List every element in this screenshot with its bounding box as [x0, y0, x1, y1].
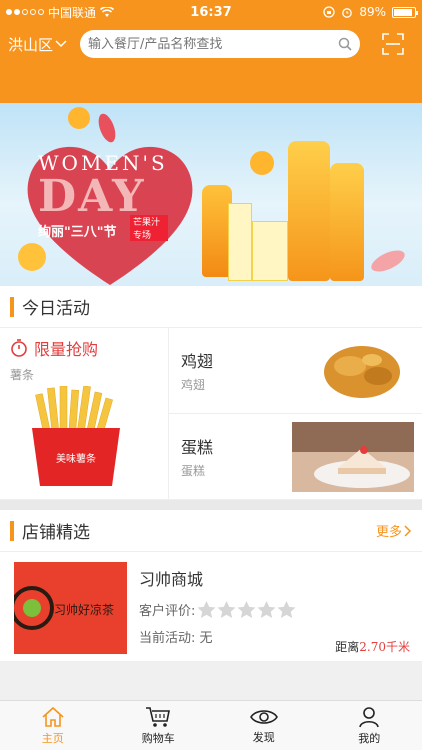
eye-icon	[249, 709, 278, 724]
stopwatch-icon	[11, 339, 27, 357]
city-selector[interactable]: 洪山区	[8, 34, 80, 55]
shop-card[interactable]: 习帅好凉茶 习帅商城 客户评价: 当前活动: 无 距离2.70千米	[0, 552, 422, 662]
battery-icon	[392, 6, 418, 18]
today-activity-header: 今日活动	[0, 286, 422, 328]
section-divider	[0, 500, 422, 510]
more-label: 更多	[375, 525, 402, 540]
juice-carton	[252, 221, 288, 281]
flash-sale-item: 薯条	[10, 368, 35, 382]
orientation-lock-icon	[323, 6, 335, 18]
shop-logo-graphic: 习帅好凉茶	[14, 562, 127, 654]
activity-item-sub: 鸡翅	[181, 378, 206, 392]
carrier-label: 中国联通	[48, 5, 97, 20]
star-icon	[257, 600, 276, 618]
cart-icon	[146, 706, 171, 727]
alarm-icon	[342, 8, 353, 18]
chevron-right-icon	[404, 524, 412, 537]
search-icon[interactable]	[338, 37, 352, 51]
star-icon	[217, 600, 236, 618]
tab-label: 购物车	[141, 731, 175, 745]
search-box[interactable]	[80, 30, 360, 58]
battery-percent: 89%	[359, 5, 386, 19]
activity-item[interactable]: 鸡翅 鸡翅	[169, 328, 422, 413]
section-title: 店铺精选	[22, 523, 90, 543]
tab-discover[interactable]: 发现	[211, 701, 317, 750]
tab-label: 我的	[358, 731, 381, 745]
shop-name: 习帅商城	[139, 570, 204, 589]
shop-promo: 当前活动: 无	[139, 631, 213, 646]
wifi-icon	[100, 6, 115, 17]
fries-image: 美味薯条	[32, 386, 120, 486]
star-icon	[237, 600, 256, 618]
status-bar: 中国联通 16:37 89%	[0, 0, 422, 24]
mango-decoration	[18, 243, 46, 271]
section-accent-bar	[10, 520, 14, 541]
section-accent-bar	[10, 296, 14, 317]
nav-bar: 洪山区	[0, 24, 422, 64]
tab-profile[interactable]: 我的	[317, 701, 422, 750]
top-header: 中国联通 16:37 89% 洪山区	[0, 0, 422, 103]
petal-decoration	[368, 246, 408, 276]
chevron-down-icon	[55, 40, 67, 48]
tab-label: 主页	[41, 731, 64, 745]
activity-item[interactable]: 蛋糕 蛋糕	[169, 413, 422, 499]
rating-stars	[197, 600, 296, 619]
juice-bottle	[330, 163, 364, 281]
star-icon	[197, 600, 216, 618]
shops-header: 店铺精选 更多	[0, 510, 422, 552]
tab-home[interactable]: 主页	[0, 701, 106, 750]
activity-item-name: 蛋糕	[181, 438, 214, 457]
mango-decoration	[250, 151, 274, 175]
tab-bar: 主页 购物车 发现 我的	[0, 700, 422, 750]
battery-fill	[394, 8, 412, 16]
promo-banner[interactable]: WOMEN'S DAY 绚丽"三八"节 芒果汁专场	[0, 103, 422, 286]
shop-distance: 距离2.70千米	[335, 638, 410, 655]
home-icon	[42, 706, 64, 727]
shop-logo: 习帅好凉茶	[14, 562, 127, 654]
juice-carton	[228, 203, 252, 281]
juice-bottle	[288, 141, 330, 281]
womens-day-text: WOMEN'S DAY 绚丽"三八"节 芒果汁专场	[38, 151, 168, 241]
signal-icon	[6, 9, 44, 15]
shop-rating: 客户评价:	[139, 600, 296, 619]
chicken-wing-image	[312, 331, 414, 410]
rating-label: 客户评价:	[139, 604, 196, 619]
today-activity: 限量抢购 薯条 美味薯条 鸡翅 鸡翅 蛋糕 蛋糕	[0, 328, 422, 500]
search-input[interactable]	[88, 36, 338, 52]
fries-box-text: 美味薯条	[56, 452, 96, 465]
more-link[interactable]: 更多	[376, 521, 412, 540]
distance-label: 距离	[335, 640, 360, 654]
distance-value: 2.70千米	[359, 640, 410, 654]
user-icon	[359, 706, 380, 727]
city-label: 洪山区	[8, 35, 54, 54]
tab-cart[interactable]: 购物车	[106, 701, 212, 750]
star-icon	[277, 600, 296, 618]
section-title: 今日活动	[22, 299, 90, 319]
mango-decoration	[68, 107, 90, 129]
shop-logo-text: 习帅好凉茶	[54, 602, 114, 617]
tab-label: 发现	[252, 730, 275, 744]
activity-item-name: 鸡翅	[181, 352, 214, 371]
activity-item-sub: 蛋糕	[181, 464, 206, 478]
cake-image	[292, 421, 414, 492]
flash-sale-label: 限量抢购	[34, 340, 99, 359]
scan-icon[interactable]	[382, 33, 404, 55]
flash-sale-card[interactable]: 限量抢购 薯条 美味薯条	[0, 328, 169, 499]
